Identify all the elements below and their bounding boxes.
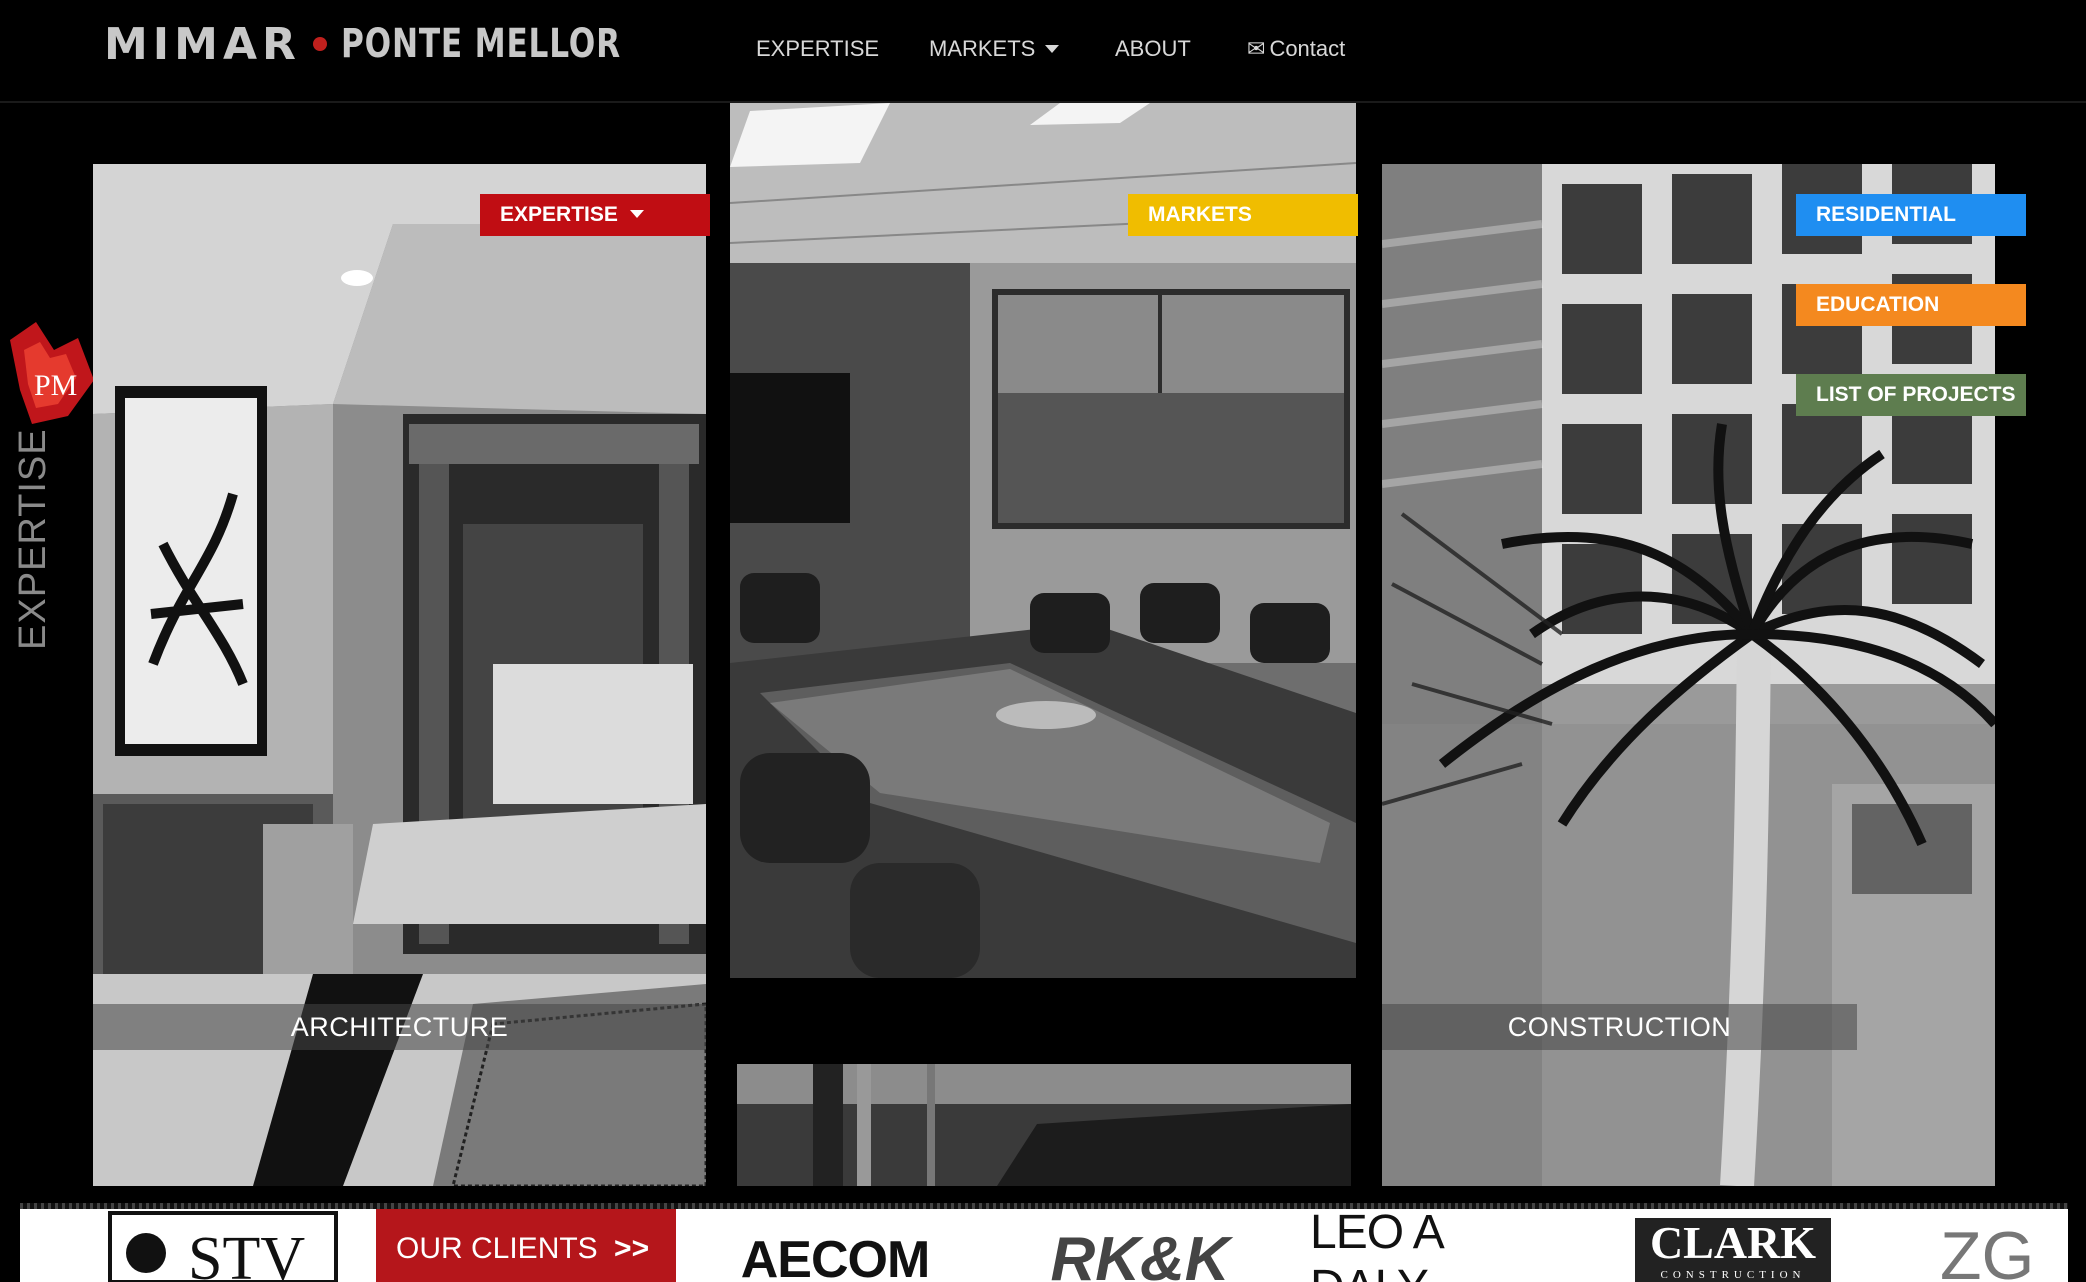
markets-tag[interactable]: MARKETS: [1128, 194, 1358, 236]
our-clients-label: OUR CLIENTS: [396, 1232, 598, 1265]
logo-dot: [312, 37, 327, 51]
lobby-image: [737, 1064, 1351, 1186]
nav-markets-label: MARKETS: [929, 36, 1036, 61]
construction-caption: CONSTRUCTION: [1382, 1004, 1857, 1050]
client-logo-strip: STV OUR CLIENTS >> AECOM RK&K LEO A DALY…: [20, 1209, 2068, 1282]
chevron-down-icon: [1045, 45, 1060, 53]
residential-tag[interactable]: RESIDENTIAL: [1796, 194, 2026, 236]
education-tag[interactable]: EDUCATION: [1796, 284, 2026, 326]
site-logo[interactable]: MIMAR PONTE MELLOR: [104, 14, 700, 74]
secondary-image-panel[interactable]: [737, 1064, 1351, 1186]
client-logo-zg: ZG: [1940, 1217, 2035, 1282]
nav-markets[interactable]: MARKETS: [929, 36, 1060, 62]
chevron-down-icon: [629, 210, 644, 218]
double-chevron-right-icon: >>: [614, 1232, 650, 1265]
pm-badge-logo: PM: [10, 322, 94, 424]
expertise-tag-label: EXPERTISE: [500, 203, 618, 226]
pm-badge-text: PM: [34, 369, 77, 402]
client-logo-aecom: AECOM: [740, 1230, 931, 1282]
logo-primary-text: MIMAR: [104, 18, 301, 70]
nav-contact[interactable]: ✉ Contact: [1247, 36, 1345, 62]
nav-contact-label: Contact: [1269, 36, 1346, 61]
section-label: EXPERTISE: [12, 428, 54, 650]
nav-expertise[interactable]: EXPERTISE: [756, 36, 879, 62]
site-header: MIMAR PONTE MELLOR EXPERTISE MARKETS ABO…: [0, 0, 2086, 103]
client-logo-stv: STV: [108, 1209, 338, 1282]
svg-text:STV: STV: [188, 1225, 305, 1282]
list-of-projects-tag[interactable]: LIST OF PROJECTS: [1796, 374, 2026, 416]
expertise-tag[interactable]: EXPERTISE: [480, 194, 710, 236]
envelope-icon: ✉: [1247, 36, 1266, 61]
architecture-caption: ARCHITECTURE: [93, 1004, 706, 1050]
nav-about[interactable]: ABOUT: [1115, 36, 1191, 62]
client-logo-clark: CLARK CONSTRUCTION: [1628, 1209, 1838, 1282]
architecture-panel[interactable]: ARCHITECTURE: [93, 164, 706, 1186]
client-logo-rkk: RK&K: [1050, 1225, 1230, 1282]
our-clients-button[interactable]: OUR CLIENTS >>: [376, 1209, 676, 1282]
client-logo-leo-a-daly: LEO A DALY: [1310, 1209, 1442, 1282]
logo-secondary-text: PONTE MELLOR: [340, 21, 621, 67]
